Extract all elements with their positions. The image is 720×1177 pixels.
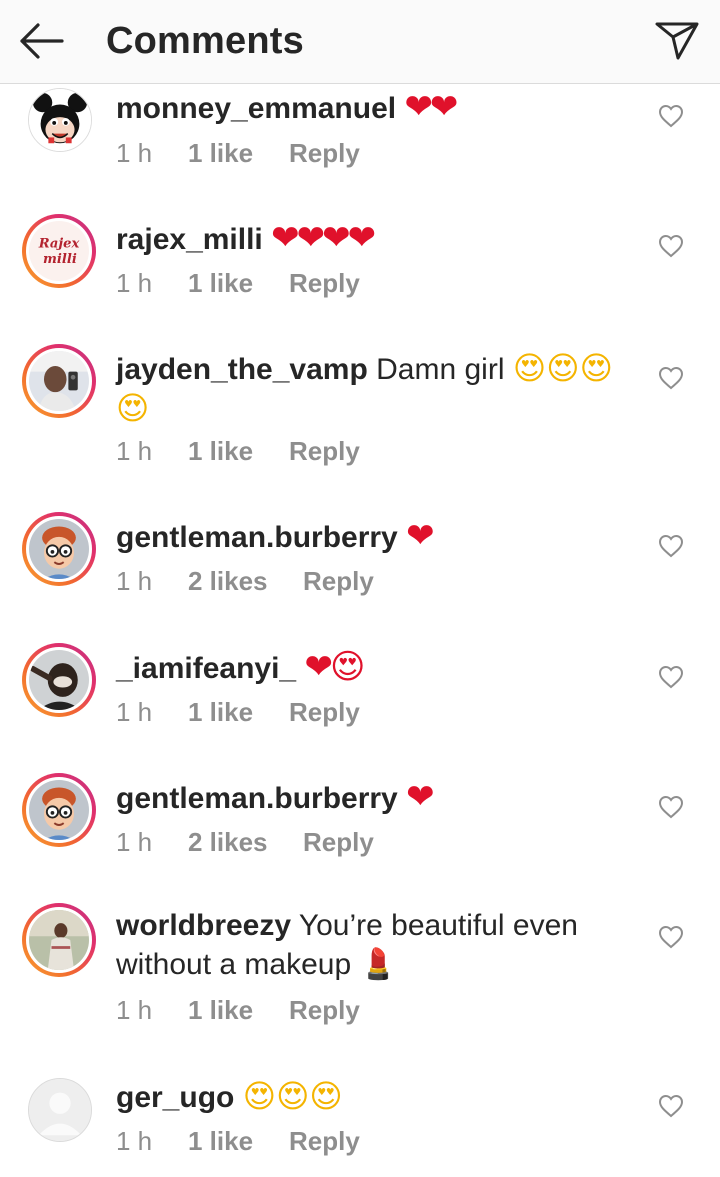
comment-time: 1 h xyxy=(116,697,153,727)
top-bar: Comments xyxy=(0,0,720,84)
comment-text: ger_ugo 😍😍😍 xyxy=(116,1077,636,1117)
comment-likes[interactable]: 1 like xyxy=(188,695,253,729)
like-button[interactable] xyxy=(658,104,684,128)
comment-likes[interactable]: 2 likes xyxy=(188,825,268,859)
comment-likes[interactable]: 1 like xyxy=(188,136,253,170)
comment-username[interactable]: monney_emmanuel xyxy=(116,92,396,125)
comment-emoji: 😍😍😍 xyxy=(242,1077,343,1115)
cartoon-boy-avatar-image xyxy=(29,780,89,840)
avatar[interactable] xyxy=(28,88,92,152)
avatar-logo-text: Rajex xyxy=(38,236,80,251)
comment-text: _iamifeanyi_ ❤😍 xyxy=(116,648,636,688)
comment-emoji: ❤❤ xyxy=(404,87,458,127)
comment-time: 1 h xyxy=(116,138,153,168)
like-button[interactable] xyxy=(658,534,684,558)
rajex-logo-avatar-image: Rajex milli xyxy=(29,221,89,281)
default-user-avatar-icon xyxy=(29,1079,91,1141)
comment-text: jayden_the_vamp Damn girl 😍😍😍😍 xyxy=(116,349,636,429)
comment-text: gentleman.burberry ❤ xyxy=(116,517,636,557)
reply-button[interactable]: Reply xyxy=(289,1124,360,1158)
like-button[interactable] xyxy=(658,1094,684,1118)
comment-time: 1 h xyxy=(116,995,153,1025)
comment-username[interactable]: _iamifeanyi_ xyxy=(116,652,296,685)
page-title: Comments xyxy=(106,20,304,62)
heart-outline-icon xyxy=(658,104,684,128)
comment-time: 1 h xyxy=(116,1126,153,1156)
like-button[interactable] xyxy=(658,234,684,258)
comment-text: rajex_milli ❤❤❤❤ xyxy=(116,219,636,259)
comment-likes[interactable]: 1 like xyxy=(188,993,253,1027)
comment-text: gentleman.burberry ❤ xyxy=(116,778,636,818)
arrow-left-icon xyxy=(20,23,64,59)
person-photo-avatar-image xyxy=(29,650,89,710)
comment-likes[interactable]: 1 like xyxy=(188,266,253,300)
heart-outline-icon xyxy=(658,234,684,258)
comment-likes[interactable]: 1 like xyxy=(188,434,253,468)
avatar[interactable] xyxy=(22,773,96,847)
share-button[interactable] xyxy=(654,20,700,62)
avatar[interactable]: Rajex milli xyxy=(22,214,96,288)
comment-text: monney_emmanuel ❤❤ xyxy=(116,88,636,128)
like-button[interactable] xyxy=(658,925,684,949)
comment-emoji: ❤❤❤❤ xyxy=(271,218,376,258)
comment-username[interactable]: gentleman.burberry xyxy=(116,782,398,815)
avatar[interactable] xyxy=(22,344,96,418)
avatar-logo-text: milli xyxy=(43,252,77,267)
paper-plane-icon xyxy=(655,22,699,60)
heart-outline-icon xyxy=(658,925,684,949)
avatar[interactable] xyxy=(28,1078,92,1142)
comment-emoji: 💄 xyxy=(359,947,397,982)
comment-emoji: ❤😍 xyxy=(304,647,365,687)
reply-button[interactable]: Reply xyxy=(289,993,360,1027)
avatar[interactable] xyxy=(22,903,96,977)
reply-button[interactable]: Reply xyxy=(303,825,374,859)
mickey-avatar-image xyxy=(29,89,91,151)
selfie-avatar-image xyxy=(29,351,89,411)
comment-username[interactable]: gentleman.burberry xyxy=(116,521,398,554)
reply-button[interactable]: Reply xyxy=(289,136,360,170)
reply-button[interactable]: Reply xyxy=(289,266,360,300)
cartoon-boy-avatar-image xyxy=(29,519,89,579)
comment-emoji: ❤ xyxy=(406,777,434,817)
comment-time: 1 h xyxy=(116,566,153,596)
like-button[interactable] xyxy=(658,795,684,819)
comment-username[interactable]: ger_ugo xyxy=(116,1081,234,1114)
avatar[interactable] xyxy=(22,512,96,586)
comment-time: 1 h xyxy=(116,268,153,298)
comment-time: 1 h xyxy=(116,827,153,857)
reply-button[interactable]: Reply xyxy=(303,564,374,598)
comment-time: 1 h xyxy=(116,436,153,466)
back-button[interactable] xyxy=(16,18,66,64)
comment-likes[interactable]: 2 likes xyxy=(188,564,268,598)
comment-text: worldbreezy You’re beautiful even withou… xyxy=(116,906,636,984)
avatar[interactable] xyxy=(22,643,96,717)
comment-username[interactable]: jayden_the_vamp xyxy=(116,353,368,386)
heart-outline-icon xyxy=(658,795,684,819)
comment-username[interactable]: worldbreezy xyxy=(116,909,291,942)
reply-button[interactable]: Reply xyxy=(289,434,360,468)
comment-body: Damn girl xyxy=(376,353,505,386)
like-button[interactable] xyxy=(658,366,684,390)
heart-outline-icon xyxy=(658,665,684,689)
comments-list[interactable]: monney_emmanuel ❤❤ 1 h 1 like Reply Raje… xyxy=(0,84,720,1177)
person-photo-avatar-image xyxy=(29,910,89,970)
reply-button[interactable]: Reply xyxy=(289,695,360,729)
heart-outline-icon xyxy=(658,534,684,558)
comment-emoji: ❤ xyxy=(406,516,434,556)
heart-outline-icon xyxy=(658,366,684,390)
like-button[interactable] xyxy=(658,665,684,689)
comment-likes[interactable]: 1 like xyxy=(188,1124,253,1158)
heart-outline-icon xyxy=(658,1094,684,1118)
comment-username[interactable]: rajex_milli xyxy=(116,223,263,256)
